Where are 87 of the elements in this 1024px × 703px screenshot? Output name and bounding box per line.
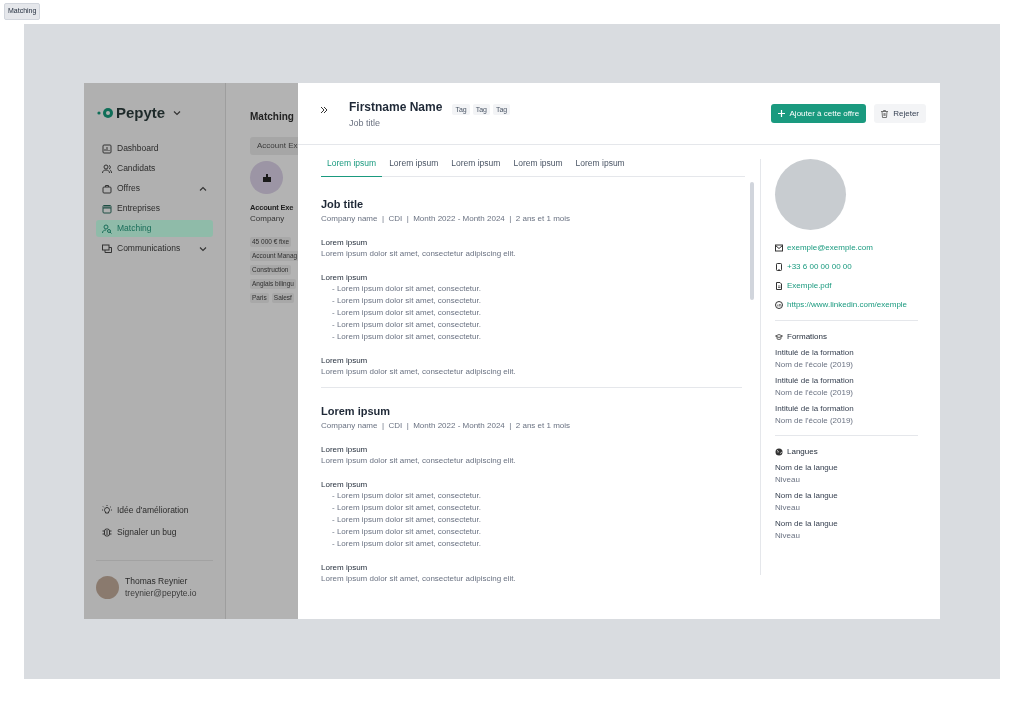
nav-item[interactable]: Communications	[96, 240, 213, 257]
tab[interactable]: Lorem ipsum	[569, 157, 631, 177]
user-avatar	[96, 575, 119, 599]
user-email: treynier@pepyte.io	[125, 587, 197, 599]
logo-icon	[97, 106, 115, 119]
add-to-offer-button[interactable]: Ajouter à cette offre	[770, 104, 867, 123]
scrollbar[interactable]	[750, 181, 754, 300]
tab[interactable]: Lorem ipsum	[383, 157, 445, 177]
item-detail: Niveau	[775, 530, 801, 542]
section-text: Lorem ipsum dolor sit amet, consectetur adipiscing elit.	[321, 454, 517, 467]
item-detail: Nom de l'école (2019)	[775, 415, 854, 427]
building-icon	[261, 172, 272, 183]
envelope-icon	[775, 244, 783, 252]
item-title: Nom de la langue	[775, 518, 839, 530]
nav-item[interactable]: Candidats	[96, 160, 213, 177]
graduation-cap-icon	[775, 333, 783, 341]
section-heading: Lorem ipsum	[321, 443, 369, 455]
list-item: - Lorem ipsum dolor sit amet, consectetur.	[331, 501, 482, 514]
briefcase-icon	[102, 183, 112, 194]
bug-icon	[102, 527, 112, 537]
section-heading: Lorem ipsum	[321, 354, 369, 366]
item-detail: Niveau	[775, 502, 801, 514]
list-item: - Lorem ipsum dolor sit amet, consectetur.	[331, 525, 482, 538]
item-title: Intitulé de la formation	[775, 403, 855, 415]
document-icon	[775, 282, 783, 290]
item-title: Nom de la langue	[775, 490, 839, 502]
tab[interactable]: Lorem ipsum	[321, 157, 383, 177]
reject-button[interactable]: Rejeter	[874, 104, 926, 123]
user-search-icon	[102, 223, 112, 234]
globe-icon	[775, 448, 783, 456]
section-heading: Lorem ipsum	[321, 561, 369, 573]
chevron-down-icon[interactable]	[173, 109, 182, 116]
tab[interactable]: Lorem ipsum	[507, 157, 569, 177]
trash-icon	[881, 109, 889, 118]
brand-name: Pepyte	[116, 105, 166, 120]
contact-link[interactable]: +33 6 00 00 00 00	[775, 261, 918, 273]
tab[interactable]: Lorem ipsum	[445, 157, 507, 177]
plus-icon	[777, 110, 785, 117]
list-item: - Lorem ipsum dolor sit amet, consectetur.	[331, 282, 482, 295]
contact-link[interactable]: Exemple.pdf	[775, 280, 918, 292]
sidebar-link[interactable]: Signaler un bug	[102, 524, 207, 540]
list-item: - Lorem ipsum dolor sit amet, consectetur.	[331, 489, 482, 502]
storefront-icon	[102, 203, 112, 214]
item-detail: Nom de l'école (2019)	[775, 359, 854, 371]
section-heading: Lorem ipsum	[321, 236, 369, 248]
candidate-name: Firstname Name	[349, 100, 443, 114]
experience-meta: Company name | CDI | Month 2022 - Month 2024 | 2 ans et 1 mois	[321, 212, 572, 225]
item-detail: Niveau	[775, 474, 801, 486]
nav-item[interactable]: Dashboard	[96, 140, 213, 157]
list-item: - Lorem ipsum dolor sit amet, consectetur.	[331, 513, 482, 526]
lightbulb-icon	[102, 505, 112, 515]
nav-item[interactable]: Offres	[96, 180, 213, 197]
section-text: Lorem ipsum dolor sit amet, consectetur adipiscing elit.	[321, 572, 517, 585]
contact-link[interactable]: exemple@exemple.com	[775, 242, 918, 254]
candidate-job-title: Job title	[349, 117, 382, 130]
experience-title: Job title	[321, 196, 365, 211]
section-text: Lorem ipsum dolor sit amet, consectetur adipiscing elit.	[321, 247, 517, 260]
item-title: Intitulé de la formation	[775, 375, 855, 387]
chevron-down-icon	[199, 245, 207, 252]
item-title: Intitulé de la formation	[775, 347, 855, 359]
chart-icon	[102, 143, 112, 154]
experience-meta: Company name | CDI | Month 2022 - Month 2024 | 2 ans et 1 mois	[321, 419, 572, 432]
chat-icon	[102, 243, 112, 254]
list-item: - Lorem ipsum dolor sit amet, consectetur.	[331, 294, 482, 307]
section-heading: Lorem ipsum	[321, 271, 369, 283]
contact-link[interactable]: https://www.linkedin.com/exemple	[775, 299, 918, 311]
offer-company: Company	[250, 213, 286, 226]
user-name: Thomas Reynier	[125, 575, 189, 587]
list-item: - Lorem ipsum dolor sit amet, consectetur.	[331, 330, 482, 343]
experience-title: Lorem ipsum	[321, 403, 392, 418]
chevron-up-icon	[199, 185, 207, 192]
people-icon	[102, 163, 112, 174]
list-item: - Lorem ipsum dolor sit amet, consectetur.	[331, 318, 482, 331]
panel-title: Matching	[250, 110, 295, 124]
item-detail: Nom de l'école (2019)	[775, 387, 854, 399]
list-item: - Lorem ipsum dolor sit amet, consectetur.	[331, 306, 482, 319]
section-title: Langues	[787, 446, 818, 458]
sidebar-link[interactable]: Idée d'amélioration	[102, 502, 207, 518]
nav-item[interactable]: Entreprises	[96, 200, 213, 217]
section-text: Lorem ipsum dolor sit amet, consectetur adipiscing elit.	[321, 365, 517, 378]
phone-icon	[775, 263, 783, 271]
section-heading: Lorem ipsum	[321, 478, 369, 490]
collapse-icon[interactable]	[320, 106, 328, 114]
item-title: Nom de la langue	[775, 462, 839, 474]
section-title: Formations	[787, 331, 827, 343]
list-item: - Lorem ipsum dolor sit amet, consectetur.	[331, 537, 482, 550]
filter-chip[interactable]: Account Ex	[250, 137, 298, 155]
